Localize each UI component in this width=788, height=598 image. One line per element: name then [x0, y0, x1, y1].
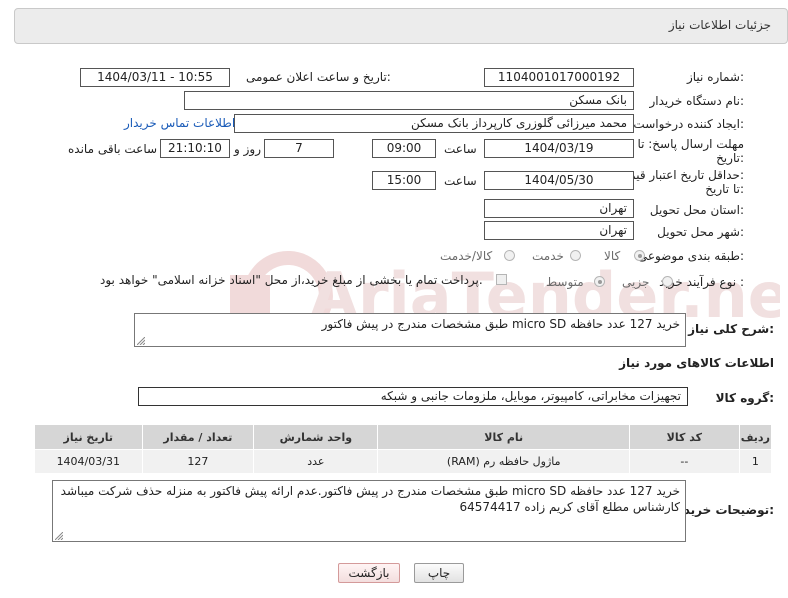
- table-header-code: کد کالا: [629, 424, 740, 450]
- table-header-unit: واحد شمارش: [253, 424, 379, 450]
- table-cell-date: 1404/03/31: [34, 449, 143, 474]
- resize-grip-icon[interactable]: [137, 337, 145, 345]
- header-panel: جزئیات اطلاعات نیاز: [14, 8, 788, 44]
- print-button[interactable]: چاپ: [414, 563, 464, 583]
- announce-field[interactable]: 1404/03/11 - 10:55: [80, 68, 230, 87]
- validity-label: حداقل تاریخ اعتبار قیمت: تا تاریخ:: [617, 168, 744, 196]
- province-label: استان محل تحویل:: [649, 203, 744, 217]
- items-table: ردیف کد کالا نام کالا واحد شمارش تعداد /…: [34, 424, 773, 474]
- description-label: شرح کلی نیاز:: [688, 322, 774, 336]
- validity-date-field[interactable]: 1404/05/30: [484, 171, 634, 190]
- need-number-field[interactable]: 1104001017000192: [484, 68, 634, 87]
- city-label: شهر محل تحویل:: [657, 225, 744, 239]
- category-radio-both[interactable]: [504, 250, 515, 261]
- province-field[interactable]: تهران: [484, 199, 634, 218]
- back-button[interactable]: بازگشت: [338, 563, 400, 583]
- treasury-payment-note: پرداخت تمام یا بخشی از مبلغ خرید،از محل …: [100, 273, 483, 287]
- category-option-both: کالا/خدمت: [440, 249, 493, 263]
- city-field[interactable]: تهران: [484, 221, 634, 240]
- process-option-minor: جزیی: [622, 275, 650, 289]
- category-radio-service[interactable]: [570, 250, 581, 261]
- items-table-header-row: ردیف کد کالا نام کالا واحد شمارش تعداد /…: [34, 424, 773, 450]
- buyer-notes-label: توضیحات خریدار:: [672, 503, 774, 517]
- table-cell-qty: 127: [141, 449, 255, 474]
- days-remaining-field[interactable]: 7: [264, 139, 334, 158]
- category-option-service: خدمت: [532, 249, 564, 263]
- buyer-notes-text: خرید 127 عدد حافظه micro SD طبق مشخصات م…: [60, 484, 680, 514]
- table-cell-code: --: [629, 449, 740, 474]
- process-radio-minor[interactable]: [662, 276, 673, 287]
- description-textarea[interactable]: خرید 127 عدد حافظه micro SD طبق مشخصات م…: [134, 313, 686, 347]
- treasury-payment-checkbox[interactable]: [496, 274, 507, 285]
- table-cell-name: ماژول حافظه رم (RAM): [377, 449, 631, 474]
- need-number-label: شماره نیاز:: [686, 70, 744, 84]
- table-row[interactable]: 1 -- ماژول حافظه رم (RAM) عدد 127 1404/0…: [34, 449, 773, 474]
- creator-label: ایجاد کننده درخواست:: [633, 117, 744, 131]
- remaining-time-field[interactable]: 21:10:10: [160, 139, 230, 158]
- table-cell-row-num: 1: [738, 449, 773, 474]
- deadline-time-field[interactable]: 09:00: [372, 139, 436, 158]
- table-header-name: نام کالا: [377, 424, 631, 450]
- deadline-date-field[interactable]: 1404/03/19: [484, 139, 634, 158]
- days-word: روز و: [234, 142, 261, 156]
- goods-group-label: گروه کالا:: [715, 391, 774, 405]
- page-title: جزئیات اطلاعات نیاز: [668, 18, 771, 32]
- table-cell-unit: عدد: [253, 449, 379, 474]
- creator-field[interactable]: محمد میرزائی گلوزری کارپرداز بانک مسکن: [234, 114, 634, 133]
- validity-time-word: ساعت: [444, 174, 477, 188]
- goods-group-field[interactable]: تجهیزات مخابراتی، کامپیوتر، موبایل، ملزو…: [138, 387, 688, 406]
- deadline-label: مهلت ارسال پاسخ: تا تاریخ:: [637, 137, 744, 165]
- process-option-medium: متوسط: [546, 275, 584, 289]
- validity-time-field[interactable]: 15:00: [372, 171, 436, 190]
- resize-grip-icon[interactable]: [55, 532, 63, 540]
- buyer-org-field[interactable]: بانک مسکن: [184, 91, 634, 110]
- table-header-row-num: ردیف: [738, 424, 773, 450]
- process-radio-medium[interactable]: [594, 276, 605, 287]
- description-text: خرید 127 عدد حافظه micro SD طبق مشخصات م…: [321, 317, 680, 331]
- table-header-date: تاریخ نیاز: [34, 424, 143, 450]
- category-radio-goods[interactable]: [634, 250, 645, 261]
- buyer-org-label: نام دستگاه خریدار:: [649, 94, 745, 108]
- buyer-contact-link[interactable]: اطلاعات تماس خریدار: [124, 116, 235, 130]
- goods-section-title: اطلاعات کالاهای مورد نیاز: [619, 356, 774, 370]
- table-header-qty: تعداد / مقدار: [141, 424, 255, 450]
- announce-label: تاریخ و ساعت اعلان عمومی:: [246, 70, 391, 84]
- remaining-word: ساعت باقی مانده: [68, 142, 158, 156]
- deadline-time-word: ساعت: [444, 142, 477, 156]
- category-option-goods: کالا: [604, 249, 621, 263]
- category-label: طبقه بندی موضوعی:: [637, 249, 744, 263]
- buyer-notes-textarea[interactable]: خرید 127 عدد حافظه micro SD طبق مشخصات م…: [52, 480, 686, 542]
